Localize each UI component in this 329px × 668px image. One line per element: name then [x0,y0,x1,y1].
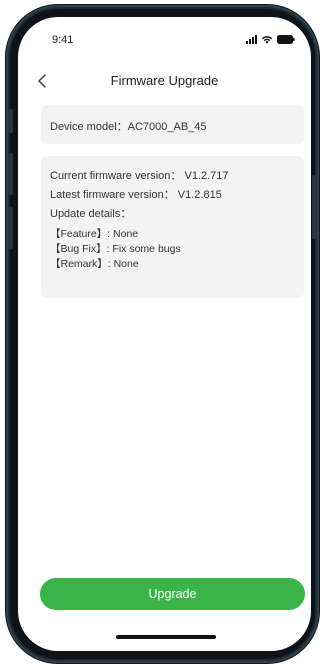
current-firmware-version: Current firmware version： V1.2.717 [50,170,229,182]
page-title: Firmware Upgrade [110,73,219,88]
detail-bug-fix: 【Bug Fix】: Fix some bugs [50,243,181,255]
upgrade-button[interactable]: Upgrade [40,578,305,610]
detail-feature: 【Feature】: None [50,228,139,240]
status-time: 9:41 [52,34,74,46]
battery-icon [277,34,295,44]
home-indicator [116,635,216,639]
firmware-info-card: Current firmware version： V1.2.717 Lates… [41,156,304,298]
detail-remark: 【Remark】: None [50,258,139,270]
wifi-icon [261,35,273,44]
silent-switch [8,109,13,133]
update-details-label: Update details： [50,208,132,220]
status-bar: 9:41 [18,17,311,57]
power-button [312,175,317,239]
signal-icon [246,34,257,44]
device-model-text: Device model：AC7000_AB_45 [50,121,207,133]
volume-up-button [8,153,13,195]
status-icons [246,33,295,45]
device-model-card: Device model：AC7000_AB_45 [41,105,304,144]
volume-down-button [8,207,13,249]
app-screen: 9:41 Firmware Upgrade Device model：AC700… [18,17,311,651]
navigation-bar: Firmware Upgrade [18,69,311,93]
latest-firmware-version: Latest firmware version： V1.2.815 [50,189,222,201]
